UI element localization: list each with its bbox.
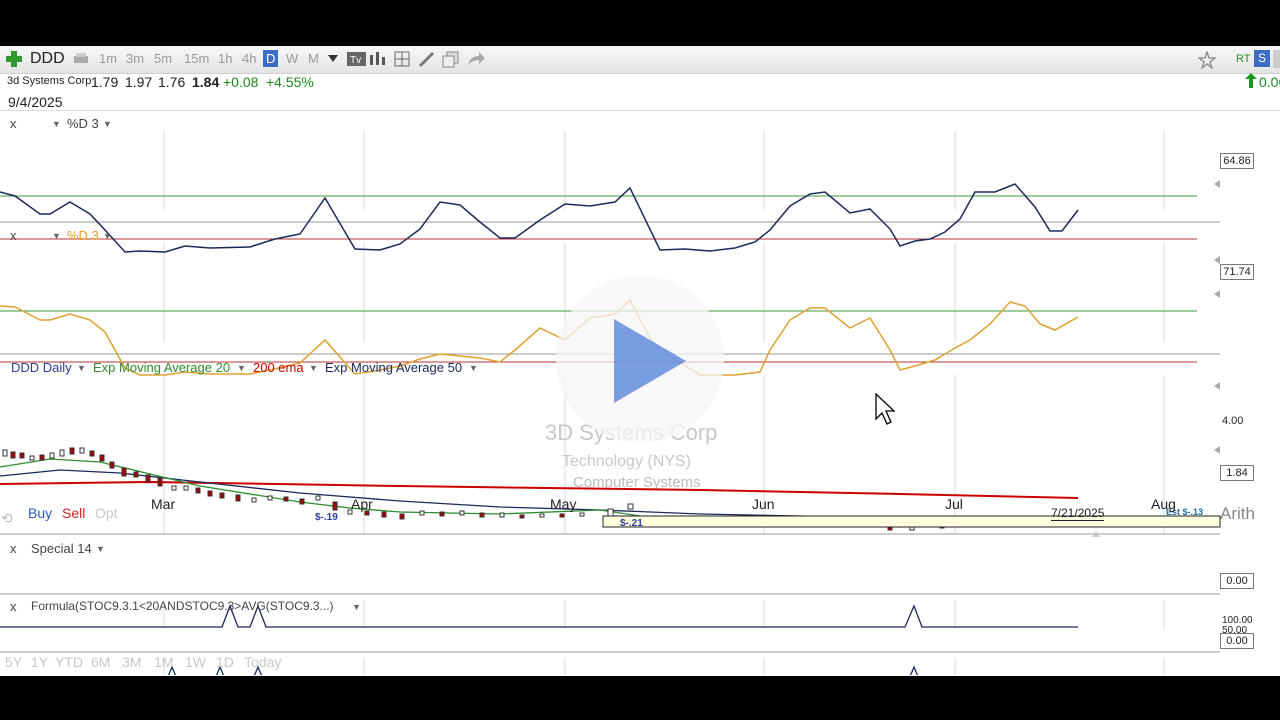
range-1d[interactable]: 1D [216, 654, 234, 670]
back-history-icon[interactable]: ⟲ [1, 510, 13, 527]
pane-special-label[interactable]: Special 14 [31, 541, 92, 556]
earnings-period-box [602, 515, 1221, 528]
month-label-may: May [550, 496, 577, 512]
stoch1-line [0, 183, 1079, 253]
bar-style-icon[interactable] [369, 51, 387, 67]
interval-daily[interactable]: D [263, 50, 279, 67]
quote-last: 1.84 [192, 74, 220, 90]
ema50-dropdown-icon[interactable]: ▼ [469, 363, 478, 373]
price-series-dropdown-icon[interactable]: ▼ [77, 363, 86, 373]
play-icon[interactable] [614, 319, 686, 403]
symbol-field[interactable]: DDD [30, 50, 65, 68]
realtime-indicator: RT [1236, 53, 1251, 65]
ema50-label[interactable]: Exp Moving Average 50 [325, 360, 462, 375]
interval-weekly[interactable]: W [286, 51, 298, 66]
options-button[interactable]: Opt [95, 505, 118, 521]
draw-tool-icon[interactable] [418, 51, 436, 68]
quote-open: 1.79 [91, 74, 119, 90]
interval-monthly[interactable]: M [308, 51, 319, 66]
pane2-menu-icon[interactable]: ▼ [52, 231, 61, 241]
scale-type-button[interactable]: Arith [1220, 504, 1255, 524]
add-indicator-icon[interactable] [394, 51, 412, 68]
pane-formula-close-button[interactable]: x [10, 599, 17, 614]
sync-button[interactable]: S [1254, 50, 1270, 67]
favorite-star-icon[interactable] [1198, 51, 1216, 69]
quote-change: +0.08 [223, 74, 259, 90]
mouse-cursor-icon [875, 393, 896, 425]
ema20-dropdown-icon[interactable]: ▼ [237, 363, 246, 373]
quote-change-pct: +4.55% [266, 74, 314, 90]
month-label-aug: Aug [1151, 496, 1176, 512]
watermark-sector: Technology (NYS) [562, 453, 691, 470]
pane-special-dropdown-icon[interactable]: ▼ [96, 544, 105, 554]
range-1w[interactable]: 1W [185, 654, 206, 670]
interval-5m[interactable]: 5m [154, 51, 172, 66]
month-label-mar: Mar [151, 496, 176, 512]
range-1m[interactable]: 1M [154, 654, 173, 670]
month-label-jun: Jun [752, 496, 775, 512]
month-label-apr: Apr [351, 496, 373, 512]
add-symbol-icon[interactable] [5, 50, 23, 68]
pane2-indicator-label[interactable]: %D 3 [67, 228, 99, 243]
special-value: 0.00 [1220, 573, 1254, 589]
interval-dropdown-icon[interactable] [328, 55, 338, 63]
toolbar-overflow[interactable] [1273, 50, 1280, 68]
interval-1h[interactable]: 1h [218, 51, 232, 66]
interval-4h[interactable]: 4h [242, 51, 256, 66]
date-cursor-marker: 7/21/2025 [1051, 506, 1105, 521]
chart-date: 9/4/2025 [8, 94, 63, 110]
stoch2-value: 71.74 [1220, 264, 1254, 280]
video-play-overlay[interactable] [556, 275, 724, 443]
earnings-label-1[interactable]: $-.19 [315, 512, 338, 523]
stoch1-value: 64.86 [1220, 153, 1254, 169]
price-axis-value: 4.00 [1222, 415, 1244, 427]
up-arrow-icon [1245, 73, 1257, 88]
chart-toolbar: DDD 1m 3m 5m 15m 1h 4h D W M Tv RT S [0, 46, 1280, 74]
svg-text:Tv: Tv [350, 55, 361, 66]
range-ytd[interactable]: YTD [55, 654, 83, 670]
price-series-label[interactable]: DDD Daily [11, 360, 72, 375]
interval-15m[interactable]: 15m [184, 51, 209, 66]
ema200-dropdown-icon[interactable]: ▼ [309, 363, 318, 373]
pane-formula-dropdown-icon[interactable]: ▼ [352, 602, 361, 612]
pane2-label-dropdown-icon[interactable]: ▼ [103, 231, 112, 241]
ema200-label[interactable]: 200 ema [253, 360, 304, 375]
range-5y[interactable]: 5Y [5, 654, 22, 670]
range-today[interactable]: Today [244, 654, 281, 670]
interval-3m[interactable]: 3m [126, 51, 144, 66]
chart-type-icon[interactable]: Tv [347, 51, 367, 67]
copy-icon[interactable] [442, 51, 460, 68]
range-3m[interactable]: 3M [122, 654, 141, 670]
share-icon[interactable] [466, 51, 486, 68]
sell-button[interactable]: Sell [62, 505, 85, 521]
ema20-label[interactable]: Exp Moving Average 20 [93, 360, 230, 375]
right-change-value: 0.06 [1259, 74, 1280, 90]
formula-value-0: 0.00 [1220, 633, 1254, 649]
buy-button[interactable]: Buy [28, 505, 52, 521]
range-1y[interactable]: 1Y [31, 654, 48, 670]
company-name: 3d Systems Corp [7, 75, 92, 87]
earnings-label-2[interactable]: $-.21 [620, 518, 643, 529]
chart-app-window: DDD 1m 3m 5m 15m 1h 4h D W M Tv RT S 3d … [0, 46, 1280, 676]
pane2-close-button[interactable]: x [10, 228, 17, 243]
pane-special-close-button[interactable]: x [10, 541, 17, 556]
quote-high: 1.97 [125, 74, 153, 90]
interval-1m[interactable]: 1m [99, 51, 117, 66]
quote-low: 1.76 [158, 74, 186, 90]
last-price-value: 1.84 [1220, 465, 1254, 481]
pane-formula-label[interactable]: Formula(STOC9.3.1<20ANDSTOC9.3>AVG(STOC9… [31, 599, 334, 613]
print-icon[interactable] [72, 52, 90, 66]
month-label-jul: Jul [945, 496, 963, 512]
range-6m[interactable]: 6M [91, 654, 110, 670]
